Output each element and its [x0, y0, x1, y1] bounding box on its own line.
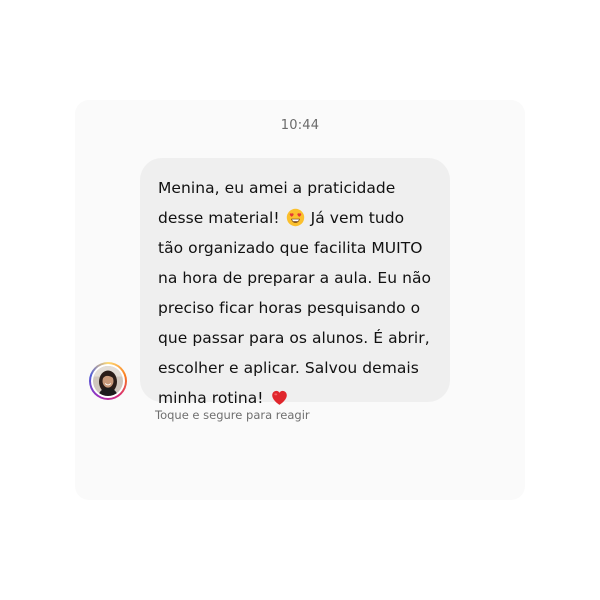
message-timestamp: 10:44: [280, 118, 320, 133]
message-text: Menina, eu amei a praticidade desse mate…: [158, 173, 432, 413]
reaction-hint: Toque e segure para reagir: [155, 408, 310, 422]
heart-eyes-emoji-icon: [286, 208, 305, 227]
screenshot-canvas: 10:44 Menina, eu amei a praticidade dess…: [0, 0, 600, 600]
user-avatar[interactable]: [89, 362, 127, 400]
message-text-part-2: Já vem tudo tão organizado que facilita …: [158, 209, 432, 407]
avatar-ring: [91, 364, 125, 398]
red-heart-emoji-icon: [270, 388, 289, 407]
avatar-photo-icon: [93, 366, 123, 396]
message-bubble[interactable]: Menina, eu amei a praticidade desse mate…: [140, 158, 450, 407]
